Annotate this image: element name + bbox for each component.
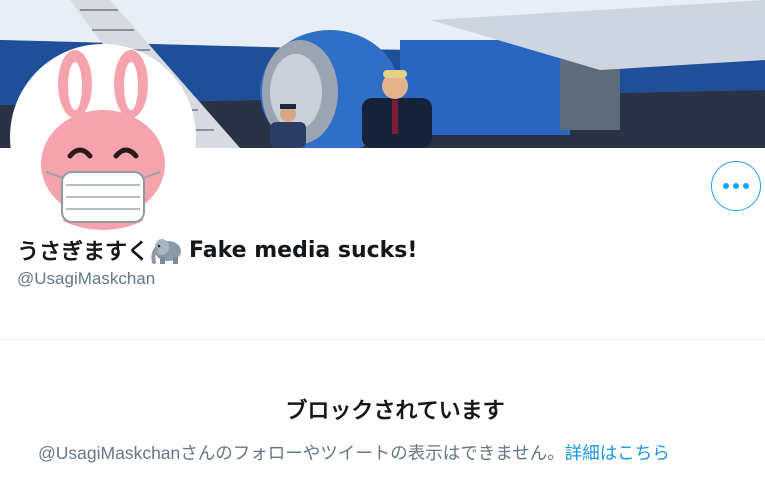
blocked-message: @UsagiMaskchanさんのフォローやツイートの表示はできません。詳細はこ… (38, 440, 670, 465)
display-name-suffix: Fake media sucks! (189, 237, 418, 263)
more-options-button[interactable] (711, 161, 761, 211)
profile-handle: @UsagiMaskchan (17, 269, 156, 288)
blocked-title: ブロックされています (285, 399, 505, 424)
display-name: うさぎますく (17, 240, 150, 265)
more-dots-icon (723, 183, 749, 189)
learn-more-link[interactable]: 詳細はこちら (565, 443, 670, 463)
section-divider (0, 339, 765, 340)
elephant-icon (151, 235, 183, 265)
blocked-message-text: @UsagiMaskchanさんのフォローやツイートの表示はできません。 (38, 443, 565, 463)
profile-name: うさぎますく Fake media sucks! (17, 232, 417, 268)
rabbit-mask-avatar-icon (41, 50, 165, 230)
profile-avatar[interactable] (10, 44, 196, 230)
